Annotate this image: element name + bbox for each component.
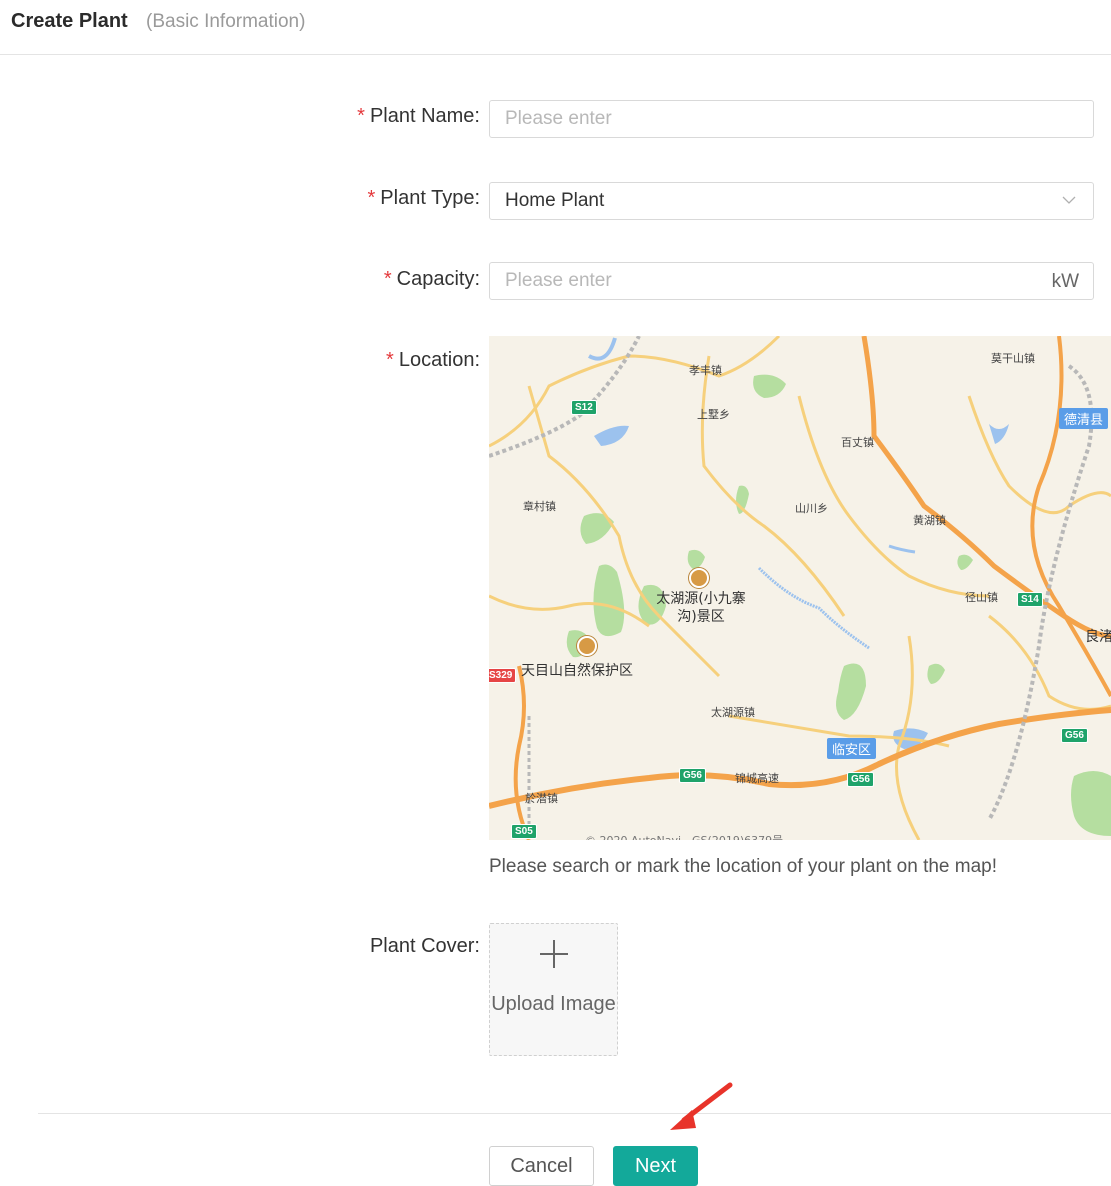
page-header: Create Plant (Basic Information): [0, 0, 1111, 55]
map-copyright: © 2020 AutoNavi - GS(2019)6379号: [585, 832, 783, 840]
plant-type-label: * Plant Type:: [367, 187, 481, 209]
map-label: 山川乡: [795, 502, 828, 515]
plant-type-value: Home Plant: [505, 190, 605, 211]
chevron-down-icon: [1062, 196, 1076, 204]
required-marker: *: [357, 105, 365, 127]
map-poi-label: 天目山自然保护区: [521, 663, 633, 679]
map-label: 上墅乡: [697, 408, 730, 421]
map-city-label: 德清县: [1059, 408, 1109, 429]
map-label: 径山镇: [965, 591, 998, 604]
scenic-poi-icon: [689, 568, 709, 588]
road-shield: S14: [1017, 592, 1043, 607]
page-subtitle: (Basic Information): [146, 11, 306, 32]
map-label: 黄湖镇: [913, 514, 946, 527]
location-hint: Please search or mark the location of yo…: [489, 856, 997, 877]
location-label: * Location:: [386, 349, 480, 371]
map-label: 章村镇: [523, 500, 556, 513]
plant-name-input[interactable]: [490, 101, 1093, 137]
map-label: 孝丰镇: [689, 364, 722, 377]
road-shield: G56: [679, 768, 706, 783]
required-marker: *: [383, 268, 392, 290]
page-title: Create Plant: [11, 10, 128, 32]
road-shield: S12: [571, 400, 597, 415]
map-label: 良渚: [1085, 629, 1111, 645]
annotation-arrow-icon: [670, 1082, 733, 1130]
plant-type-select[interactable]: Home Plant: [489, 182, 1094, 220]
map-label: 百丈镇: [841, 436, 874, 449]
cancel-button[interactable]: Cancel: [489, 1146, 594, 1186]
map-poi-label: 太湖源(小九寨沟)景区: [656, 591, 746, 625]
road-shield: S05: [511, 824, 537, 839]
map-label: 於潜镇: [525, 792, 558, 805]
plant-name-field[interactable]: [489, 100, 1094, 138]
capacity-label: * Capacity:: [383, 268, 480, 290]
plant-cover-label: Plant Cover:: [369, 935, 480, 957]
upload-image-label: Upload Image: [491, 993, 616, 1015]
map-label: 太湖源镇: [711, 706, 755, 719]
required-marker: *: [386, 349, 394, 371]
upload-image-button[interactable]: Upload Image: [489, 923, 618, 1056]
next-button[interactable]: Next: [613, 1146, 698, 1186]
road-shield: G56: [1061, 728, 1088, 743]
footer-divider: [38, 1113, 1111, 1114]
capacity-unit: kW: [1051, 271, 1079, 292]
required-marker: *: [367, 187, 376, 209]
reserve-poi-icon: [577, 636, 597, 656]
road-shield: G56: [847, 772, 874, 787]
road-shield: S329: [489, 668, 517, 683]
plus-icon: [540, 940, 568, 968]
map-label: 锦城高速: [735, 772, 779, 785]
capacity-field[interactable]: kW: [489, 262, 1094, 300]
map-label: 莫干山镇: [991, 352, 1035, 365]
plant-name-label: * Plant Name:: [357, 105, 480, 127]
map-city-label: 临安区: [827, 738, 877, 759]
capacity-input[interactable]: [490, 263, 1093, 299]
location-map[interactable]: 孝丰镇 上墅乡 百丈镇 莫干山镇 德清县 章村镇 山川乡 黄湖镇 太湖源(小九寨…: [489, 336, 1111, 840]
